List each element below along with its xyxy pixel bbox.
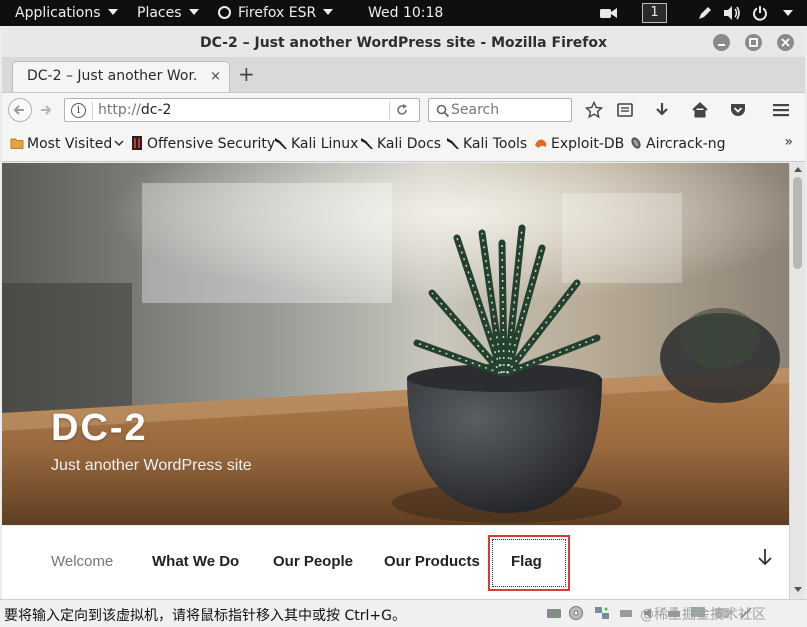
download-icon[interactable] — [653, 101, 671, 119]
reload-icon[interactable] — [395, 103, 409, 117]
tab-strip: DC-2 – Just another Wor... × + — [2, 58, 805, 92]
chevron-down-icon — [107, 9, 118, 15]
chevron-down-icon — [323, 9, 334, 15]
back-arrow-icon — [13, 105, 24, 115]
pocket-icon[interactable] — [729, 101, 747, 119]
new-tab-button[interactable]: + — [238, 63, 255, 85]
scroll-down-arrow-icon[interactable] — [756, 547, 774, 567]
bookmark-aircrack-ng[interactable]: Aircrack-ng — [629, 135, 726, 153]
window-title-bar: DC-2 – Just another WordPress site - Moz… — [2, 28, 805, 58]
bookmark-kali-linux[interactable]: Kali Linux — [274, 135, 358, 153]
window-title: DC-2 – Just another WordPress site - Moz… — [199, 35, 608, 51]
nav-item-our-products[interactable]: Our Products — [384, 553, 480, 570]
nav-item-our-people[interactable]: Our People — [273, 553, 353, 570]
bookmark-label: Aircrack-ng — [646, 136, 726, 152]
header-image: DC-2 Just another WordPress site — [2, 163, 789, 525]
back-forward-group — [8, 98, 64, 122]
bookmark-label: Kali Tools — [463, 136, 528, 152]
tab-label: DC-2 – Just another Wor... — [27, 68, 197, 84]
maximize-icon — [749, 38, 758, 47]
places-label: Places — [137, 5, 182, 21]
site-title[interactable]: DC-2 — [51, 407, 148, 450]
search-input[interactable] — [451, 101, 566, 119]
bookmark-offensive-security[interactable]: Offensive Security — [130, 135, 275, 153]
firefox-icon — [218, 6, 231, 19]
url-protocol: http:// — [98, 102, 141, 118]
page-content: DC-2 Just another WordPress site Welcome… — [2, 163, 789, 599]
search-icon — [436, 104, 450, 118]
power-icon[interactable] — [752, 5, 768, 21]
maximize-button[interactable] — [745, 34, 762, 51]
firefox-app-menu[interactable]: Firefox ESR — [218, 0, 334, 26]
close-button[interactable] — [777, 34, 794, 51]
bookmark-label: Kali Docs — [377, 136, 442, 152]
bookmark-label: Most Visited — [27, 136, 113, 152]
bookmark-exploit-db[interactable]: Exploit-DB — [534, 135, 624, 153]
url-text[interactable]: http://dc-2 — [98, 101, 171, 119]
bookmark-label: Offensive Security — [147, 136, 276, 152]
tab-dc2[interactable]: DC-2 – Just another Wor... × — [12, 61, 230, 92]
cd-rom-icon[interactable] — [568, 605, 584, 621]
nav-item-welcome[interactable]: Welcome — [51, 553, 113, 570]
url-host: dc-2 — [140, 102, 172, 118]
url-bar[interactable]: i http://dc-2 — [64, 98, 420, 122]
hamburger-menu-icon[interactable] — [772, 101, 790, 119]
chevron-down-icon — [188, 9, 199, 15]
nav-item-flag[interactable]: Flag — [511, 553, 542, 570]
bookmark-label: Exploit-DB — [551, 136, 625, 152]
bookmark-kali-docs[interactable]: Kali Docs — [360, 135, 441, 153]
bookmark-kali-tools[interactable]: Kali Tools — [446, 135, 527, 153]
forward-arrow-icon[interactable] — [38, 102, 54, 118]
minimize-icon — [718, 44, 725, 46]
scrollbar-thumb[interactable] — [793, 177, 802, 269]
pen-icon[interactable] — [697, 5, 713, 21]
screen: Applications Places Firefox ESR Wed 10:1… — [0, 0, 807, 627]
vm-status-bar: 要将输入定向到该虚拟机，请将鼠标指针移入其中或按 Ctrl+G。 @稀土掘金技术… — [0, 599, 807, 627]
search-bar[interactable] — [428, 98, 572, 122]
volume-icon[interactable] — [723, 5, 741, 21]
kali-dragon-icon — [275, 138, 287, 149]
kali-dragon-icon — [361, 138, 373, 149]
firefox-app-label: Firefox ESR — [238, 5, 317, 21]
tab-close-icon[interactable]: × — [210, 69, 221, 84]
gnome-top-bar: Applications Places Firefox ESR Wed 10:1… — [0, 0, 807, 26]
places-menu[interactable]: Places — [137, 0, 199, 26]
close-icon — [781, 38, 790, 47]
status-hint-text: 要将输入定向到该虚拟机，请将鼠标指针移入其中或按 Ctrl+G。 — [4, 608, 406, 624]
folder-icon — [10, 138, 24, 149]
workspace-indicator[interactable]: 1 — [642, 3, 667, 23]
site-info-icon[interactable]: i — [71, 103, 86, 118]
hard-disk-icon[interactable] — [546, 605, 562, 621]
bookmark-label: Kali Linux — [291, 136, 359, 152]
clock[interactable]: Wed 10:18 — [368, 0, 443, 26]
back-button[interactable] — [8, 98, 32, 122]
url-divider — [389, 102, 390, 119]
chevron-down-icon — [114, 140, 124, 147]
scroll-down-icon[interactable] — [794, 587, 802, 592]
reading-list-icon[interactable] — [616, 101, 634, 119]
navigation-toolbar: i http://dc-2 — [2, 92, 805, 126]
network-icon[interactable] — [594, 605, 610, 621]
camera-icon[interactable] — [600, 7, 617, 19]
home-icon[interactable] — [691, 101, 709, 119]
bookmarks-toolbar: Most Visited Offensive Security Kali Lin… — [2, 126, 805, 162]
bookmarks-overflow-button[interactable]: » — [784, 134, 793, 150]
aircrack-icon — [631, 137, 641, 149]
scroll-up-icon[interactable] — [794, 167, 802, 172]
usb-icon[interactable] — [618, 605, 634, 621]
url-divider — [92, 102, 93, 119]
site-tagline: Just another WordPress site — [51, 457, 252, 474]
applications-label: Applications — [15, 5, 101, 21]
star-bookmark-icon[interactable] — [585, 101, 603, 119]
exploit-db-icon — [535, 139, 547, 148]
applications-menu[interactable]: Applications — [15, 0, 118, 26]
offsec-icon — [132, 136, 142, 150]
kali-dragon-icon — [447, 138, 459, 149]
watermark: @稀土掘金技术社区 — [640, 607, 766, 623]
minimize-button[interactable] — [713, 34, 730, 51]
vertical-scrollbar[interactable] — [789, 163, 805, 599]
nav-item-what-we-do[interactable]: What We Do — [152, 553, 239, 570]
bookmark-most-visited[interactable]: Most Visited — [10, 135, 124, 153]
main-navigation: Welcome What We Do Our People Our Produc… — [2, 525, 789, 599]
